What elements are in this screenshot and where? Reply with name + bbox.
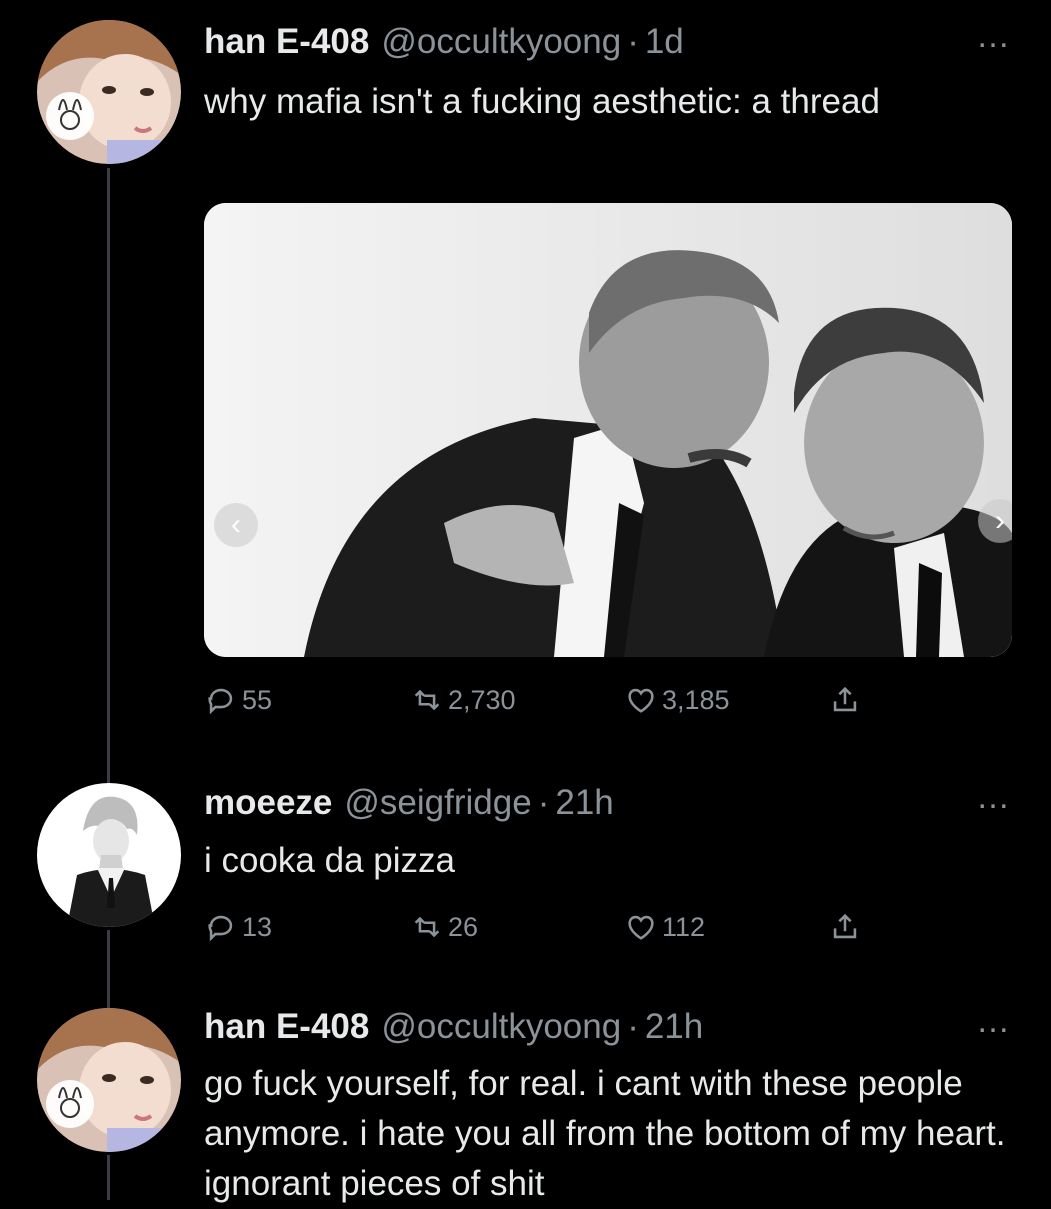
timestamp[interactable]: 21h (645, 1007, 703, 1047)
reply-icon (208, 688, 233, 715)
tweet-photo[interactable]: ‹ › (204, 203, 1012, 657)
tweet-actions: 55 2,730 3,185 (204, 683, 904, 723)
like-button[interactable]: 112 (624, 910, 705, 944)
retweet-button[interactable]: 26 (410, 910, 478, 944)
thread-connector (107, 168, 110, 788)
like-count: 3,185 (662, 684, 730, 715)
share-button[interactable] (828, 910, 866, 944)
avatar[interactable] (37, 1008, 181, 1152)
tweet-text: i cooka da pizza (204, 841, 455, 880)
reply-count: 55 (242, 684, 273, 715)
user-handle[interactable]: @occultkyoong (381, 1007, 621, 1047)
carousel-prev-button[interactable]: ‹ (214, 503, 258, 547)
reply-button[interactable]: 55 (204, 683, 272, 717)
tweet-header: han E-408 @occultkyoong · 1d … (204, 17, 1011, 67)
like-icon (628, 688, 654, 713)
display-name[interactable]: moeeze (204, 783, 332, 823)
tweet-text: why mafia isn't a fucking aesthetic: a t… (204, 82, 880, 121)
share-button[interactable] (828, 683, 866, 717)
share-icon (833, 913, 857, 939)
more-icon[interactable]: … (976, 778, 1011, 817)
reply-icon (208, 915, 233, 942)
separator-dot: · (627, 22, 639, 61)
tweet-header: han E-408 @occultkyoong · 21h … (204, 1002, 1011, 1052)
retweet-icon (414, 916, 440, 938)
retweet-icon (414, 689, 440, 711)
display-name[interactable]: han E-408 (204, 1007, 369, 1047)
more-icon[interactable]: … (976, 1002, 1011, 1041)
like-count: 112 (662, 911, 706, 942)
reply-button[interactable]: 13 (204, 910, 272, 944)
separator-dot: · (537, 783, 550, 822)
display-name[interactable]: han E-408 (204, 22, 369, 62)
user-handle[interactable]: @seigfridge (344, 783, 531, 823)
tweet-header: moeeze @seigfridge · 21h … (204, 778, 1011, 828)
tweet-actions: 13 26 112 (204, 910, 904, 950)
thread-connector (107, 1155, 110, 1200)
like-button[interactable]: 3,185 (624, 683, 730, 717)
retweet-button[interactable]: 2,730 (410, 683, 516, 717)
reply-count: 13 (242, 911, 273, 942)
thread-connector (107, 930, 110, 1010)
avatar[interactable] (37, 20, 181, 164)
timestamp[interactable]: 21h (555, 783, 613, 823)
like-icon (628, 915, 654, 940)
user-handle[interactable]: @occultkyoong (381, 22, 621, 62)
share-icon (833, 686, 857, 712)
avatar[interactable] (37, 783, 181, 927)
retweet-count: 26 (448, 911, 479, 942)
tweet-text: go fuck yourself, for real. i cant with … (204, 1064, 1006, 1203)
more-icon[interactable]: … (976, 17, 1011, 56)
retweet-count: 2,730 (448, 684, 516, 715)
timestamp[interactable]: 1d (645, 22, 684, 62)
separator-dot: · (627, 1007, 639, 1046)
photo-image (204, 203, 1012, 657)
